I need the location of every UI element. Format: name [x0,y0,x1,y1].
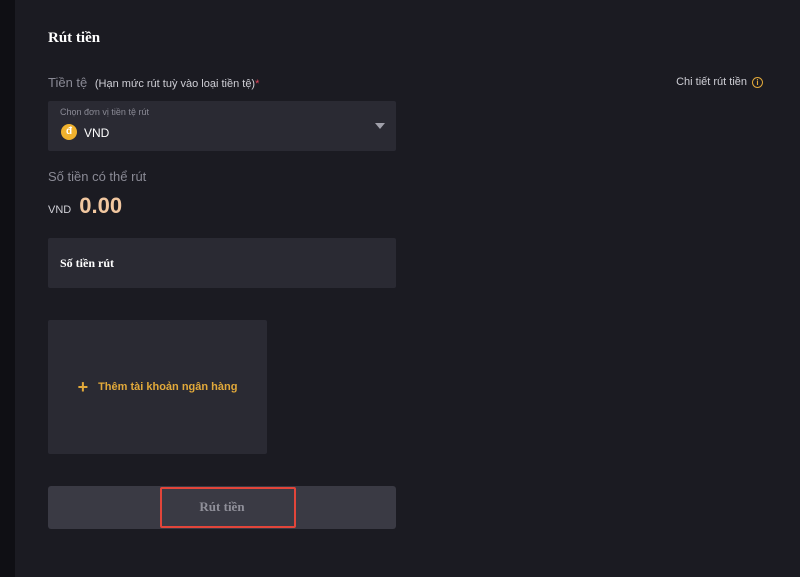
page-title: Rút tiền [48,30,101,46]
vnd-coin-icon: đ [61,124,77,140]
add-bank-account-button[interactable]: + Thêm tài khoản ngân hàng [48,320,267,454]
available-currency: VND [48,204,72,216]
info-icon: i [752,76,763,88]
add-bank-account-label: Thêm tài khoản ngân hàng [98,381,238,393]
currency-label: Tiền tệ (Hạn mức rút tuỳ vào loại tiền t… [48,75,259,90]
withdraw-submit-button[interactable]: Rút tiền [48,486,396,529]
chevron-down-icon [375,123,385,129]
currency-label-text: Tiền tệ [48,75,88,90]
withdraw-details-link[interactable]: Chi tiết rút tiền i [676,76,763,88]
currency-limit-note: (Hạn mức rút tuỳ vào loại tiền tệ) [94,78,256,90]
available-amount-value: 0.00 [79,193,123,218]
currency-select[interactable]: Chọn đơn vị tiền tệ rút đ VND [48,101,396,151]
currency-select-value: VND [84,126,110,140]
plus-icon: + [77,377,89,397]
currency-select-hint: Chọn đơn vị tiền tệ rút [60,107,149,117]
withdraw-amount-input[interactable] [48,238,396,288]
withdraw-submit-label: Rút tiền [199,499,245,514]
required-mark: * [255,78,260,90]
withdraw-details-label: Chi tiết rút tiền [676,76,747,88]
available-amount-label: Số tiền có thể rút [48,169,147,184]
available-amount: VND 0.00 [48,193,122,219]
